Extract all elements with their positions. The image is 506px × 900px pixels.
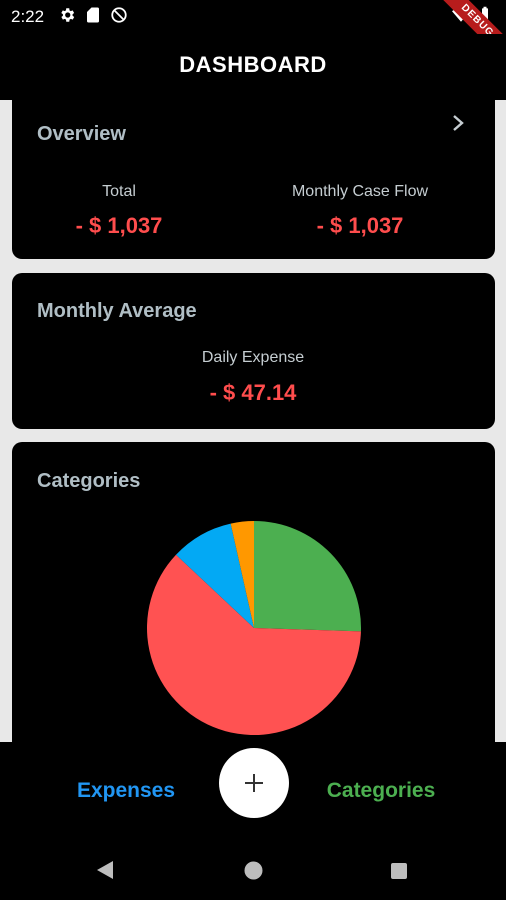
total-value: - $ 1,037 (75, 213, 163, 238)
plus-icon (245, 774, 263, 792)
categories-title: Categories (37, 470, 141, 492)
categories-card: Categories (12, 442, 495, 742)
daily-expense-label: Daily Expense (201, 349, 305, 366)
pie-slice (254, 521, 361, 632)
sd-card-icon (87, 7, 99, 23)
dashboard-content[interactable]: Overview Total - $ 1,037 Monthly Case Fl… (0, 100, 506, 742)
tab-expenses[interactable]: Expenses (64, 779, 188, 803)
cashflow-label: Monthly Case Flow (291, 183, 429, 200)
recent-apps-icon[interactable] (390, 862, 408, 880)
bottom-nav: Expenses Categories (0, 742, 506, 840)
status-bar: 2:22 (0, 0, 506, 34)
monthly-average-title: Monthly Average (37, 300, 197, 322)
page-title: DASHBOARD (179, 52, 327, 77)
status-time: 2:22 (11, 7, 45, 26)
system-nav-bar (0, 840, 506, 900)
tab-categories[interactable]: Categories (314, 779, 448, 803)
total-label: Total (102, 183, 136, 200)
chevron-right-icon[interactable] (451, 114, 465, 132)
do-not-disturb-icon (111, 7, 127, 23)
add-button[interactable] (219, 748, 289, 818)
status-icons-left (58, 6, 128, 24)
gear-icon (61, 8, 75, 22)
home-icon[interactable] (244, 861, 263, 880)
cashflow-value: - $ 1,037 (316, 213, 404, 238)
back-icon[interactable] (96, 860, 114, 880)
monthly-average-card: Monthly Average Daily Expense - $ 47.14 (12, 273, 495, 429)
app-bar: DASHBOARD (0, 34, 506, 100)
categories-pie-chart (146, 521, 361, 735)
overview-title: Overview (37, 123, 126, 145)
overview-card[interactable]: Overview Total - $ 1,037 Monthly Case Fl… (12, 100, 495, 259)
daily-expense-value: - $ 47.14 (209, 380, 297, 405)
